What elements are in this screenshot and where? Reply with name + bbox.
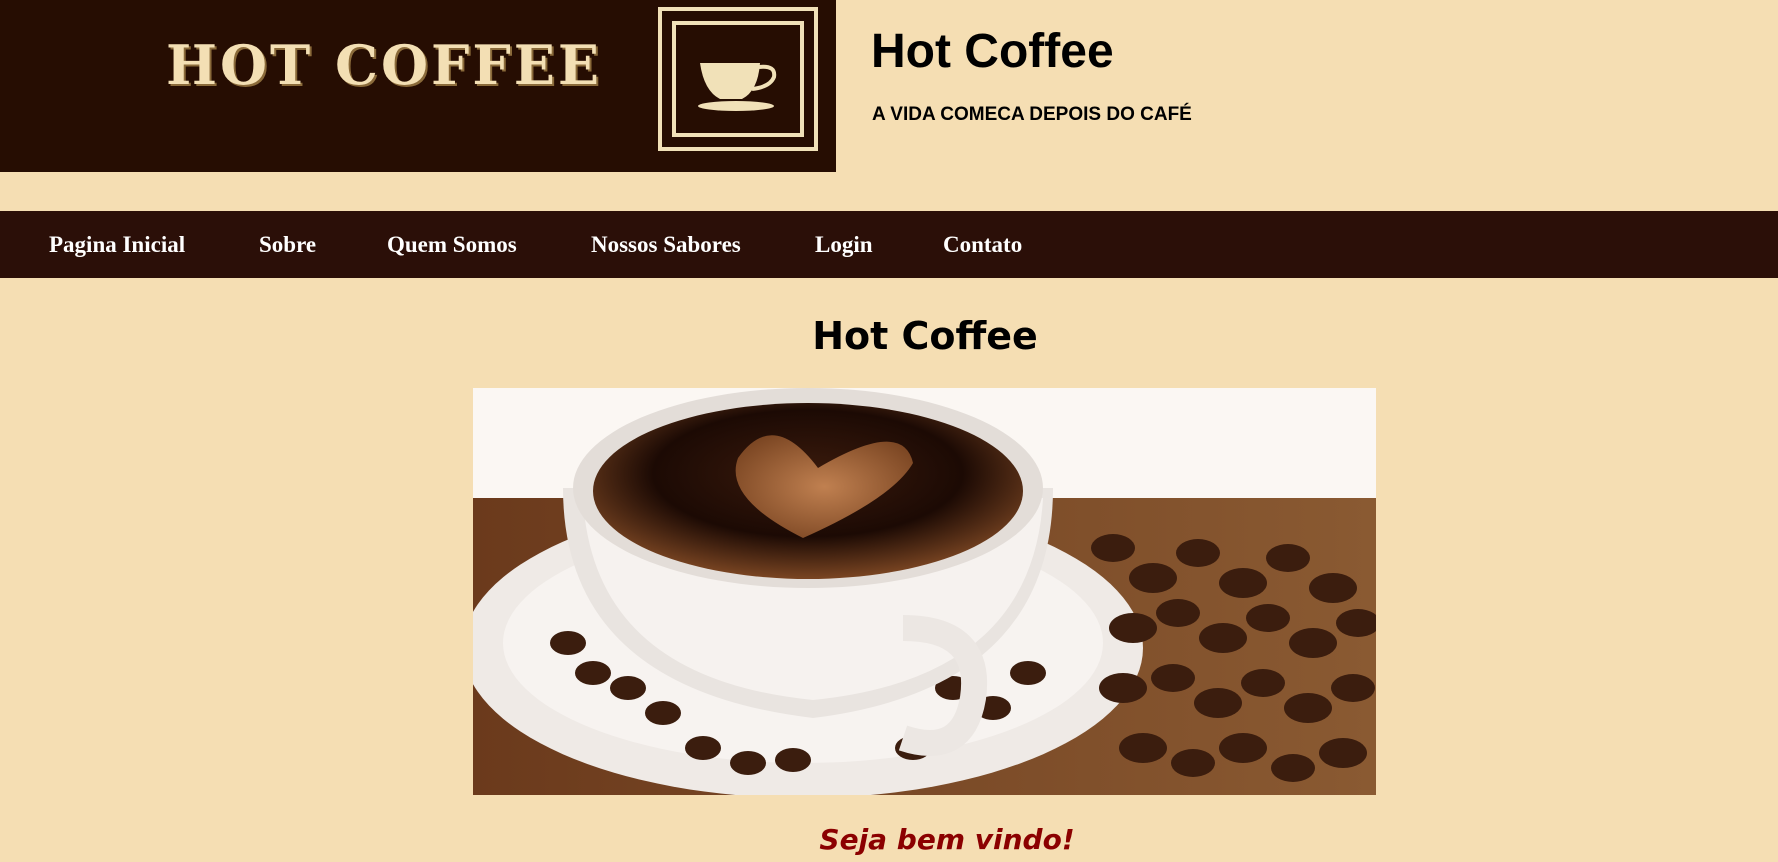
site-title: Hot Coffee xyxy=(871,25,1114,78)
nav-item-sobre: Sobre xyxy=(259,211,316,278)
hero-coffee-illustration xyxy=(473,388,1376,795)
nav-item-pagina-inicial: Pagina Inicial xyxy=(49,211,185,278)
coffee-cup-icon xyxy=(698,63,777,111)
nav-item-nossos-sabores: Nossos Sabores xyxy=(591,211,741,278)
welcome-message: Seja bem vindo! xyxy=(819,823,1075,856)
nav-link-pagina-inicial[interactable]: Pagina Inicial xyxy=(49,211,185,278)
nav-link-contato[interactable]: Contato xyxy=(943,211,1022,278)
nav-item-quem-somos: Quem Somos xyxy=(387,211,517,278)
nav-link-sobre[interactable]: Sobre xyxy=(259,211,316,278)
hero-coffee-image xyxy=(473,388,1376,795)
logo-frame xyxy=(658,7,818,151)
nav-item-login: Login xyxy=(815,211,873,278)
logo-text: HOT COFFEE xyxy=(166,33,603,97)
nav-item-contato: Contato xyxy=(943,211,1022,278)
nav-link-login[interactable]: Login xyxy=(815,211,873,278)
main-title: Hot Coffee xyxy=(812,314,1038,358)
main-nav: Pagina Inicial Sobre Quem Somos Nossos S… xyxy=(0,211,1778,278)
nav-link-nossos-sabores[interactable]: Nossos Sabores xyxy=(591,211,741,278)
site-tagline: A VIDA COMECA DEPOIS DO CAFÉ xyxy=(872,104,1192,125)
logo-banner[interactable]: HOT COFFEE xyxy=(0,0,836,172)
site-header: HOT COFFEE Hot Coffee A VIDA COMECA DEPO… xyxy=(0,0,1778,172)
nav-link-quem-somos[interactable]: Quem Somos xyxy=(387,211,517,278)
